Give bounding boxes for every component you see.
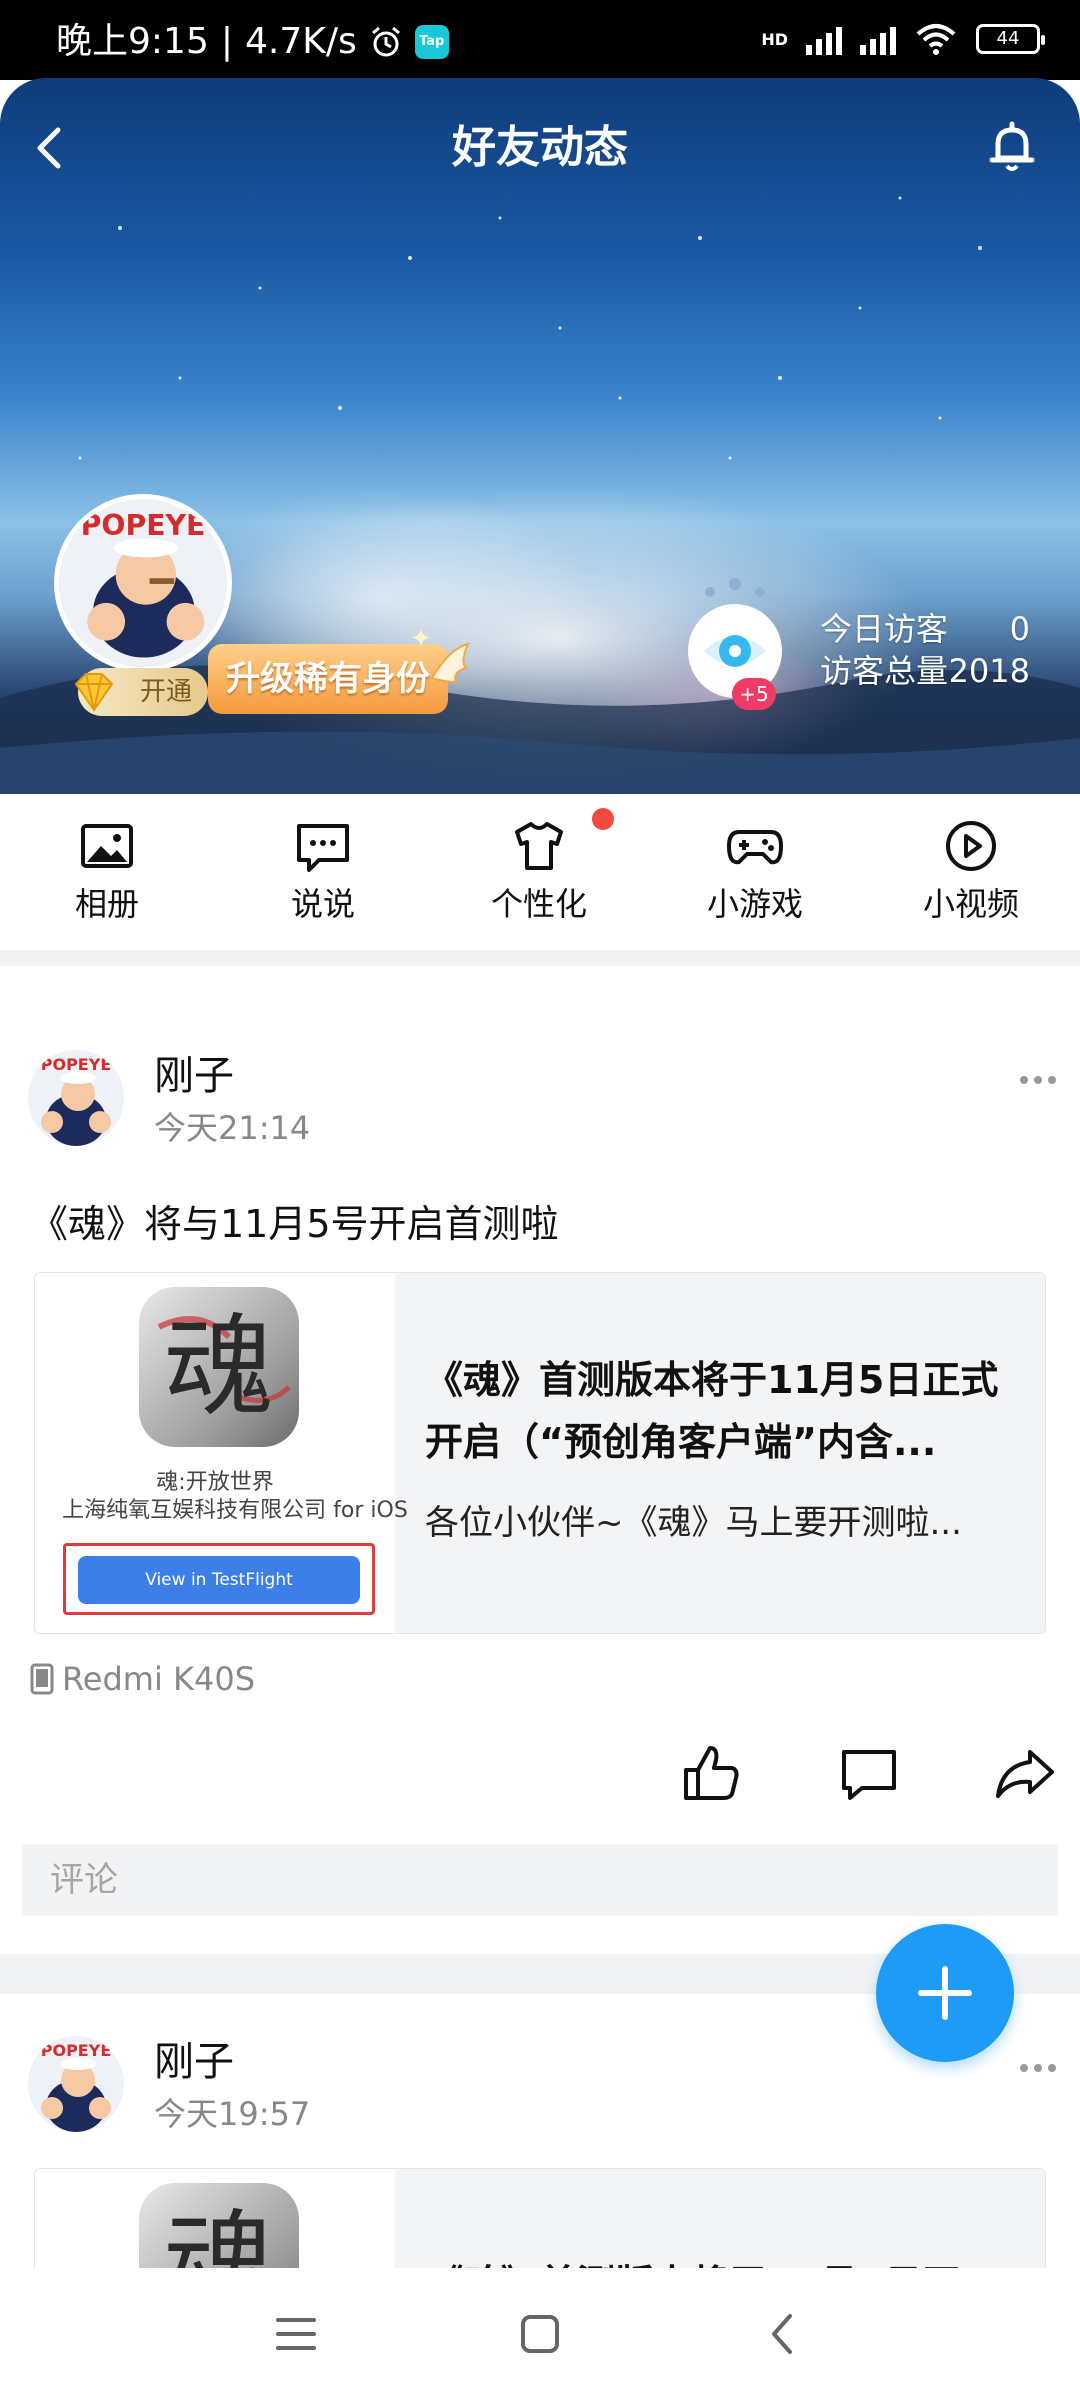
post-time: 今天21:14 xyxy=(154,1109,311,1147)
post-device: Redmi K40S xyxy=(30,1656,255,1702)
status-speed: 4.7K/s xyxy=(244,21,357,62)
wing-decoration-icon xyxy=(430,642,470,684)
testflight-highlight-box: View in TestFlight xyxy=(63,1543,375,1615)
avatar-caption: POPEYE xyxy=(81,509,206,542)
status-right: HD 44 xyxy=(761,22,1045,56)
comment-input[interactable]: 评论 xyxy=(22,1844,1058,1916)
plus-icon xyxy=(918,1966,972,2020)
eye-icon xyxy=(704,635,766,667)
toolbar-label-shuoshuo: 说说 xyxy=(290,885,355,923)
link-card-thumbnail: 魂 魂:开放世界 上海纯氧互娱科技有限公司 for iOS View in Te… xyxy=(35,1273,408,1633)
toolbar-item-shuoshuo[interactable]: 说说 xyxy=(248,816,398,926)
status-bar: 晚上9:15 | 4.7K/s Tap HD 44 xyxy=(0,0,1080,80)
link-card-description: 各位小伙伴~《魂》马上要开测啦... xyxy=(425,1503,962,1543)
toolbar-label-shortvideo: 小视频 xyxy=(922,885,1019,923)
today-visitors-value: 0 xyxy=(1009,610,1030,648)
signal-1-icon xyxy=(806,23,842,55)
system-navigation-bar xyxy=(0,2268,1080,2400)
link-card-thumbnail: 魂 xyxy=(35,2169,395,2278)
post-author-name[interactable]: 刚子 xyxy=(154,1050,234,1102)
new-visitor-badge: +5 xyxy=(732,678,776,710)
link-card-title: 《魂》首测版本将于11月5日正式开启（“预创角客户端”内含... xyxy=(425,1358,999,1464)
link-card[interactable]: 魂 魂:开放世界 上海纯氧互娱科技有限公司 for iOS View in Te… xyxy=(34,1272,1046,1634)
post-author-name[interactable]: 刚子 xyxy=(154,2036,234,2088)
total-visitors-label: 访客总量 xyxy=(820,652,949,690)
app-icon: 魂 xyxy=(139,2183,299,2278)
status-left: 晚上9:15 | 4.7K/s Tap xyxy=(56,22,449,62)
device-name: Redmi K40S xyxy=(62,1660,256,1698)
toolbar-item-personalize[interactable]: 个性化 xyxy=(464,816,614,926)
popeye-avatar-image: POPEYE xyxy=(59,499,227,667)
popeye-avatar-image: POPEYE xyxy=(28,1050,124,1146)
section-divider xyxy=(0,950,1080,966)
battery-icon: 44 xyxy=(976,24,1045,54)
upgrade-identity-button[interactable]: 升级稀有身份 xyxy=(208,644,448,714)
gamepad-icon xyxy=(727,830,783,865)
feature-toolbar: 相册 说说 个性化 小游戏 小视频 xyxy=(0,794,1080,950)
post-time: 今天19:57 xyxy=(154,2095,311,2133)
status-time: 晚上9:15 xyxy=(56,21,209,62)
chat-bubble-icon xyxy=(297,824,349,872)
tshirt-icon xyxy=(515,822,563,870)
total-visitors-value: 2018 xyxy=(948,652,1030,690)
profile-avatar[interactable]: POPEYE xyxy=(54,494,232,672)
status-divider: | xyxy=(220,21,233,62)
app-name: 魂:开放世界 xyxy=(156,1470,274,1495)
like-icon[interactable] xyxy=(678,1740,744,1806)
diamond-icon xyxy=(74,673,114,712)
toolbar-label-minigame: 小游戏 xyxy=(706,885,803,923)
avatar-caption: POPEYE xyxy=(41,2041,112,2060)
sparkle-icon: ✦ xyxy=(410,624,432,654)
post-author-avatar[interactable]: POPEYE xyxy=(28,2036,124,2132)
home-icon[interactable] xyxy=(514,2308,566,2360)
phone-icon xyxy=(30,1663,54,1695)
play-circle-icon xyxy=(946,821,996,871)
alarm-icon xyxy=(371,26,400,57)
photo-album-icon xyxy=(81,824,133,868)
visitor-stars-icon xyxy=(705,578,765,597)
avatar-caption: POPEYE xyxy=(41,1055,112,1074)
taptap-app-icon: Tap xyxy=(414,25,449,59)
toolbar-item-shortvideo[interactable]: 小视频 xyxy=(896,816,1046,926)
page-title: 好友动态 xyxy=(452,122,628,173)
more-options-icon[interactable] xyxy=(1018,1074,1058,1086)
personalize-new-dot xyxy=(592,808,614,830)
today-visitors-label: 今日访客 xyxy=(820,610,949,648)
open-vip-label: 开通 xyxy=(139,677,192,707)
app-icon-glyph: 魂 xyxy=(164,2199,274,2278)
create-post-button[interactable] xyxy=(876,1924,1014,2062)
link-card[interactable]: 魂 《魂》首测版本将于11月5日正 xyxy=(34,2168,1046,2278)
share-icon[interactable] xyxy=(992,1740,1058,1806)
toolbar-item-album[interactable]: 相册 xyxy=(32,816,182,926)
more-options-icon[interactable] xyxy=(1018,2062,1058,2074)
view-in-testflight-button: View in TestFlight xyxy=(78,1556,360,1604)
app-icon-glyph: 魂 xyxy=(164,1303,274,1431)
comment-icon[interactable] xyxy=(836,1740,902,1806)
menu-icon[interactable] xyxy=(270,2308,322,2360)
hd-label: HD xyxy=(761,29,788,49)
wifi-icon xyxy=(916,24,956,55)
app-company: 上海纯氧互娱科技有限公司 for iOS xyxy=(62,1498,408,1523)
visitor-stats[interactable]: 今日访客 0 访客总量 2018 xyxy=(820,608,1030,692)
profile-header-background: 好友动态 POPEYE 开通 升级稀有身份 ✦ +5 今日访客 0 访客总量 201… xyxy=(0,78,1080,794)
open-vip-badge[interactable]: 开通 xyxy=(74,668,208,716)
popeye-avatar-image: POPEYE xyxy=(28,2036,124,2132)
toolbar-item-minigame[interactable]: 小游戏 xyxy=(680,816,830,926)
post-author-avatar[interactable]: POPEYE xyxy=(28,1050,124,1146)
post-text: 《魂》将与11月5号开启首测啦 xyxy=(30,1202,559,1246)
toolbar-label-album: 相册 xyxy=(74,885,139,923)
toolbar-label-personalize: 个性化 xyxy=(490,885,587,923)
notification-bell-icon[interactable] xyxy=(980,114,1044,178)
system-back-icon[interactable] xyxy=(758,2308,810,2360)
signal-2-icon xyxy=(860,23,896,55)
app-icon: 魂 xyxy=(139,1287,299,1447)
